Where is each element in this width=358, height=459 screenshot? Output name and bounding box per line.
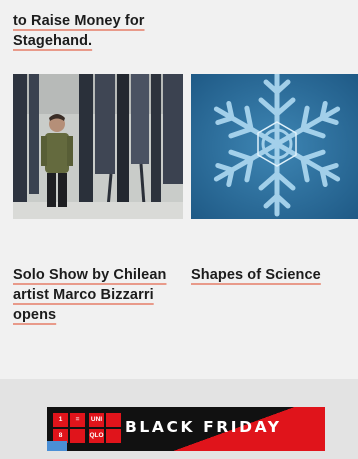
logo-cell-qlo: QLO <box>89 429 104 443</box>
article-link-top[interactable]: to Raise Money for Stagehand. <box>13 11 193 51</box>
article-link-solo-show[interactable]: Solo Show by Chilean artist Marco Bizzar… <box>13 265 188 325</box>
ad-corner-badge <box>47 441 67 451</box>
logo-cell-1: 1 <box>53 413 68 427</box>
black-friday-ad-banner[interactable]: 1 = 8 UNI QLO BLACK FRIDAY <box>47 407 325 451</box>
logo-cell-blank-2 <box>106 429 121 443</box>
uniqlo-logo-katakana: 1 = 8 <box>53 413 85 443</box>
article-thumbnail-shapes-of-science[interactable] <box>191 74 358 219</box>
logo-cell-2: = <box>70 413 85 427</box>
logo-cell-4 <box>70 429 85 443</box>
news-feed: to Raise Money for Stagehand. Solo Show … <box>0 0 358 459</box>
logo-cell-blank <box>106 413 121 427</box>
logo-cell-uni: UNI <box>89 413 104 427</box>
article-title-top[interactable]: to Raise Money for Stagehand. <box>13 13 145 49</box>
artist-studio-image <box>13 74 183 219</box>
article-thumbnail-solo-show[interactable] <box>13 74 183 219</box>
article-title-solo-show[interactable]: Solo Show by Chilean artist Marco Bizzar… <box>13 267 166 323</box>
ad-headline: BLACK FRIDAY <box>125 418 282 436</box>
article-link-shapes-of-science[interactable]: Shapes of Science <box>191 265 356 285</box>
uniqlo-logo: UNI QLO <box>89 413 121 443</box>
article-title-shapes-of-science[interactable]: Shapes of Science <box>191 267 321 283</box>
advertisement-area: 1 = 8 UNI QLO BLACK FRIDAY <box>0 379 358 459</box>
snowflake-image <box>191 74 358 219</box>
